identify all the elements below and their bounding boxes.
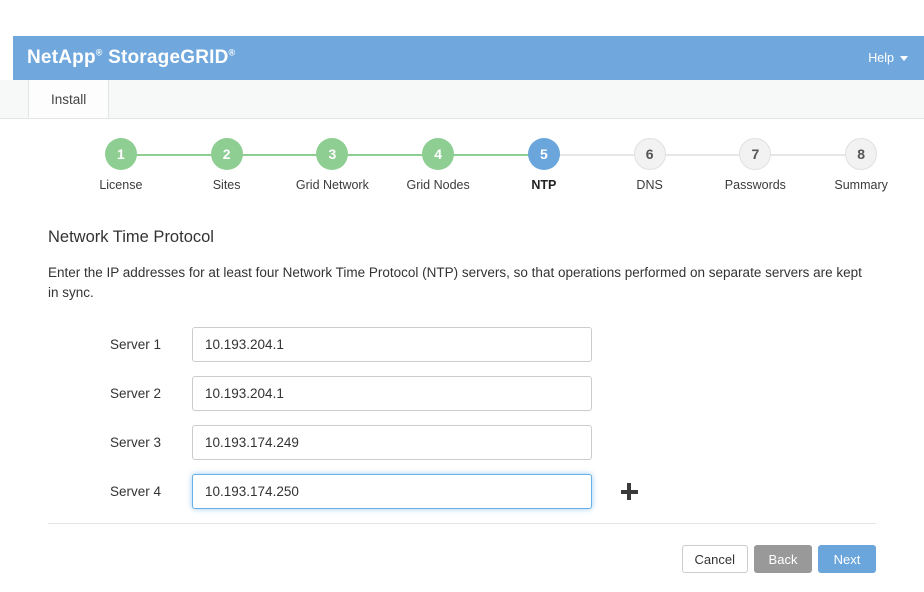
tab-install[interactable]: Install (28, 80, 109, 118)
wizard-step-ntp-number: 5 (528, 138, 560, 170)
footer-actions: Cancel Back Next (682, 545, 876, 573)
ntp-server-form: Server 1 Server 2 Server 3 Server 4 (48, 320, 876, 516)
wizard-step-license-label: License (99, 178, 142, 192)
wizard-stepper: 1 License 2 Sites 3 Grid Network 4 Grid … (68, 138, 914, 196)
tab-install-label: Install (51, 92, 86, 107)
registered-mark-product: ® (229, 48, 236, 58)
wizard-step-passwords-label: Passwords (725, 178, 786, 192)
server-3-input[interactable] (192, 425, 592, 460)
brand-product: StorageGRID (108, 47, 228, 68)
wizard-step-grid-nodes-number: 4 (422, 138, 454, 170)
page-title: Network Time Protocol (48, 228, 876, 247)
tab-strip: Install (0, 80, 924, 119)
help-menu-label: Help (868, 51, 894, 65)
server-2-label: Server 2 (110, 386, 192, 401)
content-header: Network Time Protocol Enter the IP addre… (48, 228, 876, 303)
wizard-step-passwords-number: 7 (739, 138, 771, 170)
server-1-label: Server 1 (110, 337, 192, 352)
add-server-button[interactable] (618, 481, 640, 503)
wizard-step-grid-network-label: Grid Network (296, 178, 369, 192)
wizard-step-license-number: 1 (105, 138, 137, 170)
wizard-step-ntp-label: NTP (531, 178, 556, 192)
wizard-step-summary-number: 8 (845, 138, 877, 170)
form-row-server-1: Server 1 (48, 320, 876, 369)
wizard-step-dns-number: 6 (634, 138, 666, 170)
wizard-step-dns-label: DNS (636, 178, 662, 192)
page-description: Enter the IP addresses for at least four… (48, 263, 876, 303)
wizard-step-dns[interactable]: 6 DNS (597, 138, 703, 192)
brand-vendor: NetApp (27, 47, 96, 68)
form-row-server-2: Server 2 (48, 369, 876, 418)
server-2-input[interactable] (192, 376, 592, 411)
form-row-server-3: Server 3 (48, 418, 876, 467)
footer-divider (48, 523, 876, 524)
wizard-step-grid-nodes-label: Grid Nodes (407, 178, 470, 192)
chevron-down-icon (900, 56, 908, 61)
brand-title: NetApp® StorageGRID® (27, 47, 235, 69)
app-header: NetApp® StorageGRID® Help (13, 36, 924, 80)
registered-mark-vendor: ® (96, 48, 103, 58)
server-1-input[interactable] (192, 327, 592, 362)
server-4-label: Server 4 (110, 484, 192, 499)
form-row-server-4: Server 4 (48, 467, 876, 516)
wizard-step-grid-network[interactable]: 3 Grid Network (280, 138, 386, 192)
installer-page: NetApp® StorageGRID® Help Install 1 Lice… (0, 0, 924, 592)
wizard-step-grid-nodes[interactable]: 4 Grid Nodes (385, 138, 491, 192)
wizard-steps: 1 License 2 Sites 3 Grid Network 4 Grid … (68, 138, 914, 192)
help-menu-button[interactable]: Help (868, 51, 908, 65)
server-3-label: Server 3 (110, 435, 192, 450)
wizard-step-sites[interactable]: 2 Sites (174, 138, 280, 192)
next-button[interactable]: Next (818, 545, 876, 573)
wizard-step-sites-label: Sites (213, 178, 241, 192)
back-button[interactable]: Back (754, 545, 812, 573)
cancel-button[interactable]: Cancel (682, 545, 748, 573)
wizard-step-ntp[interactable]: 5 NTP (491, 138, 597, 192)
wizard-step-summary[interactable]: 8 Summary (808, 138, 914, 192)
wizard-step-summary-label: Summary (834, 178, 887, 192)
wizard-step-sites-number: 2 (211, 138, 243, 170)
wizard-step-license[interactable]: 1 License (68, 138, 174, 192)
plus-icon (621, 483, 638, 500)
server-4-input[interactable] (192, 474, 592, 509)
wizard-step-passwords[interactable]: 7 Passwords (703, 138, 809, 192)
wizard-step-grid-network-number: 3 (316, 138, 348, 170)
